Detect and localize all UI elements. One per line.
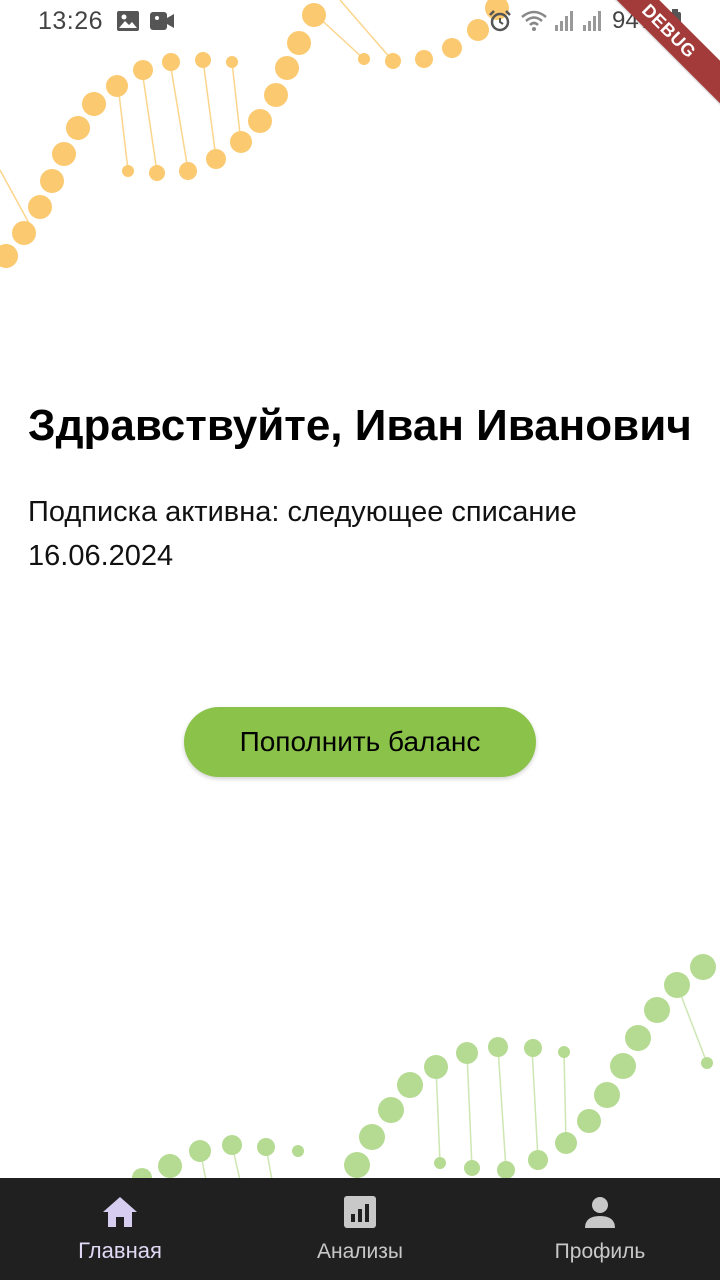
signal-icon (582, 9, 604, 38)
alarm-icon (488, 9, 512, 38)
nav-label-profile: Профиль (554, 1240, 646, 1263)
nav-label-home: Главная (78, 1238, 162, 1263)
status-time: 13:26 (38, 7, 104, 35)
nav-item-profile[interactable]: Профиль (480, 1178, 720, 1280)
subscription-status: Подписка активна: следующее списание 16.… (28, 496, 577, 572)
signal-icon (554, 9, 576, 38)
chart-icon (343, 1194, 377, 1230)
nav-item-analyses[interactable]: Анализы (240, 1178, 480, 1280)
home-icon (102, 1194, 138, 1230)
image-icon (116, 9, 140, 38)
nav-item-home[interactable]: Главная (0, 1178, 240, 1280)
home-screen: 13:26 94% DEBUG Здравствуйте, Иван Ивано… (0, 0, 720, 1280)
dna-decoration-bottom (132, 954, 716, 1180)
bottom-navigation: Главная Анализы Профиль (0, 1178, 720, 1280)
greeting-title: Здравствуйте, Иван Иванович (28, 401, 692, 450)
video-icon (149, 9, 175, 38)
home-content: Здравствуйте, Иван Иванович Подписка акт… (28, 392, 692, 578)
topup-balance-button[interactable]: Пополнить баланс (184, 707, 536, 777)
status-bar: 13:26 94% (0, 0, 720, 44)
wifi-icon (520, 9, 548, 38)
nav-label-analyses: Анализы (317, 1240, 403, 1263)
person-icon (583, 1194, 617, 1230)
